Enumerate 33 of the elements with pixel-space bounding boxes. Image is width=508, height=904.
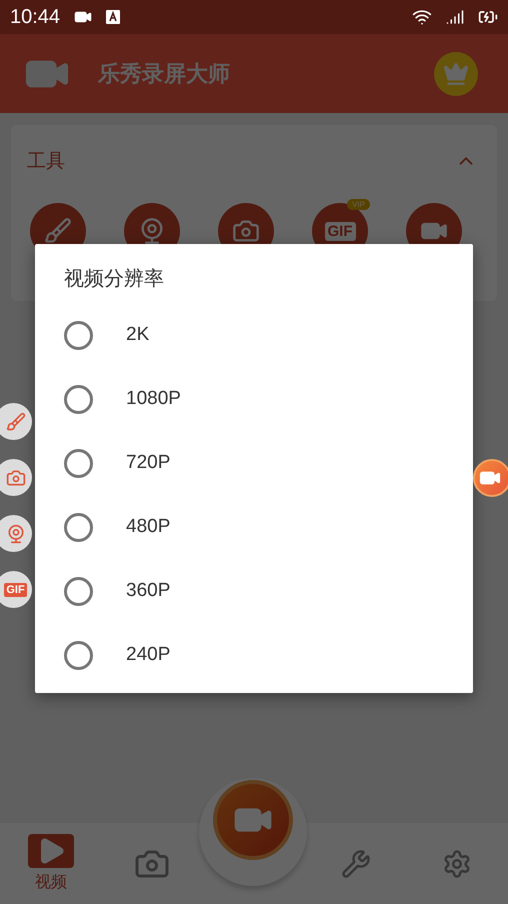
gif-label: GIF xyxy=(324,222,356,240)
floating-tool-button[interactable] xyxy=(0,459,32,496)
app-title: 乐秀录屏大师 xyxy=(98,60,231,88)
resolution-option[interactable]: 1080P xyxy=(35,367,473,431)
resolution-option[interactable]: 360P xyxy=(35,559,473,623)
dialog-title: 视频分辨率 xyxy=(64,265,164,292)
vip-badge: VIP xyxy=(347,199,370,210)
floating-tool-button[interactable] xyxy=(0,515,32,552)
settings-icon xyxy=(442,848,472,878)
gif-label: GIF xyxy=(4,582,27,596)
floating-tool-button[interactable]: GIF xyxy=(0,571,32,608)
resolution-option[interactable]: 2K xyxy=(35,303,473,367)
keyboard-app-icon xyxy=(106,10,120,24)
brush-icon xyxy=(6,412,26,432)
radio-button[interactable] xyxy=(64,640,93,670)
status-time: 10:44 xyxy=(10,6,60,28)
wrench-icon xyxy=(340,848,371,878)
floating-record-button[interactable] xyxy=(473,459,508,497)
radio-button[interactable] xyxy=(64,512,93,542)
webcam-icon xyxy=(6,524,26,544)
camera-icon xyxy=(6,468,26,488)
resolution-option[interactable]: 480P xyxy=(35,495,473,559)
resolution-option[interactable]: 240P xyxy=(35,623,473,687)
radio-button[interactable] xyxy=(64,448,93,478)
crown-icon xyxy=(443,60,469,86)
card-title: 工具 xyxy=(27,149,65,174)
resolution-option[interactable]: 720P xyxy=(35,431,473,495)
radio-button[interactable] xyxy=(64,576,93,606)
radio-button[interactable] xyxy=(64,384,93,414)
radio-button[interactable] xyxy=(64,320,93,350)
signal-icon xyxy=(446,8,464,26)
play-icon xyxy=(28,834,74,868)
floating-tool-button[interactable] xyxy=(0,403,32,440)
